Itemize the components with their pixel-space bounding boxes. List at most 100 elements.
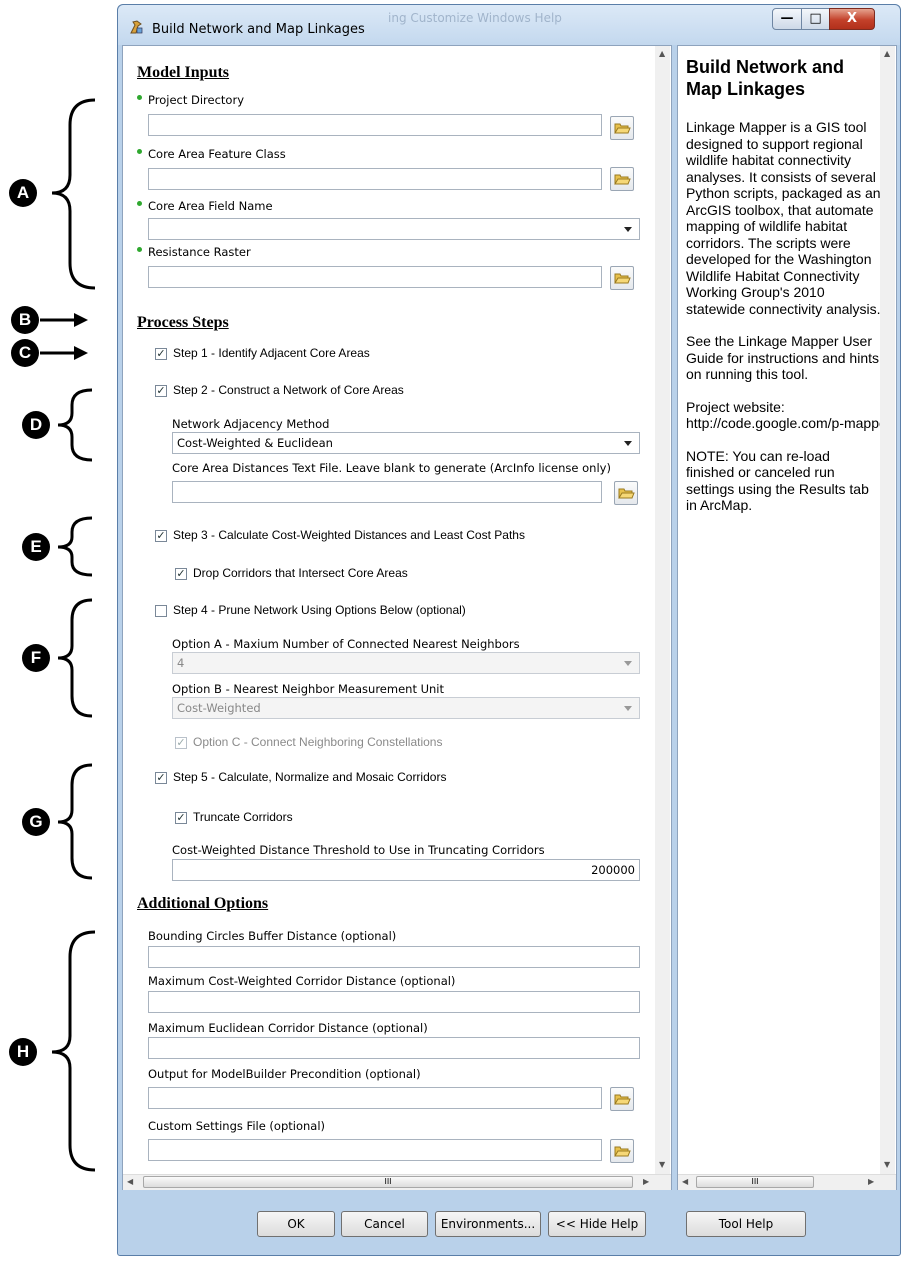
modelbuilder-output-input[interactable] [148,1087,602,1109]
scroll-up-icon[interactable]: ▲ [884,49,890,58]
minimize-button[interactable]: — [772,8,802,30]
step3-checkbox[interactable]: ✓ [155,530,167,542]
dropdown-arrow-icon [624,227,632,232]
truncate-corridors-checkbox[interactable]: ✓ [175,812,187,824]
truncate-corridors-label: Truncate Corridors [193,810,293,824]
help-vertical-scrollbar[interactable]: ▲ ▼ [880,46,895,1174]
core-area-field-name-label: Core Area Field Name [148,199,273,213]
annotation-b: B [11,306,39,334]
left-horizontal-scrollbar[interactable]: ◀ III ▶ [123,1174,671,1190]
network-adjacency-value: Cost-Weighted & Euclidean [177,436,333,450]
step2-label: Step 2 - Construct a Network of Core Are… [173,383,404,397]
browse-core-distances-button[interactable] [614,481,638,505]
scroll-down-icon[interactable]: ▼ [884,1160,890,1169]
browse-custom-settings-button[interactable] [610,1139,634,1163]
annotation-f: F [22,644,50,672]
folder-open-icon [614,123,631,134]
step5-checkbox[interactable]: ✓ [155,772,167,784]
required-indicator [137,95,142,100]
max-cw-distance-input[interactable] [148,991,640,1013]
option-a-value: 4 [177,656,185,670]
model-inputs-heading: Model Inputs [137,64,230,81]
brace-g [57,763,93,880]
step4-label: Step 4 - Prune Network Using Options Bel… [173,603,466,617]
scroll-right-icon[interactable]: ▶ [868,1177,874,1186]
arcgis-tool-icon [130,20,143,34]
dialog-window: Build Network and Map Linkages ing Custo… [117,4,901,1256]
annotation-d: D [22,411,50,439]
project-directory-label: Project Directory [148,93,245,107]
max-cw-distance-label: Maximum Cost-Weighted Corridor Distance … [148,974,456,988]
hide-help-button[interactable]: << Hide Help [548,1211,646,1237]
drop-corridors-label: Drop Corridors that Intersect Core Areas [193,566,408,580]
annotation-h: H [9,1038,37,1066]
scroll-left-icon[interactable]: ◀ [127,1177,133,1186]
scroll-right-icon[interactable]: ▶ [643,1177,649,1186]
left-vertical-scrollbar[interactable]: ▲ ▼ [655,46,670,1174]
step1-checkbox[interactable]: ✓ [155,348,167,360]
environments-button[interactable]: Environments... [435,1211,541,1237]
option-c-checkbox[interactable]: ✓ [175,737,187,749]
core-area-feature-class-label: Core Area Feature Class [148,147,286,161]
help-paragraph-1: Linkage Mapper is a GIS tool designed to… [686,119,881,317]
help-paragraph-4: NOTE: You can re-load finished or cancel… [686,447,869,514]
help-paragraph-2: See the Linkage Mapper User Guide for in… [686,333,879,382]
max-euclid-distance-input[interactable] [148,1037,640,1059]
folder-open-icon [614,273,631,284]
core-distances-input[interactable] [172,481,602,503]
additional-options-heading: Additional Options [137,895,269,912]
option-a-select[interactable]: 4 [172,652,640,674]
step2-checkbox[interactable]: ✓ [155,385,167,397]
drop-corridors-checkbox[interactable]: ✓ [175,568,187,580]
tool-help-button[interactable]: Tool Help [686,1211,806,1237]
help-title: Build Network and Map Linkages [686,57,845,99]
max-euclid-distance-label: Maximum Euclidean Corridor Distance (opt… [148,1021,428,1035]
core-area-field-name-select[interactable] [148,218,640,240]
help-pane: Build Network and Map Linkages Linkage M… [677,45,897,1190]
ok-button[interactable]: OK [257,1211,335,1237]
folder-open-icon [614,1094,631,1105]
dropdown-arrow-icon [624,706,632,711]
scroll-up-icon[interactable]: ▲ [659,49,665,58]
close-button[interactable]: X [829,8,875,30]
step5-label: Step 5 - Calculate, Normalize and Mosaic… [173,770,447,784]
brace-e [57,516,93,577]
browse-modelbuilder-output-button[interactable] [610,1087,634,1111]
bounding-circles-label: Bounding Circles Buffer Distance (option… [148,929,397,943]
threshold-input[interactable]: 200000 [172,859,640,881]
help-horizontal-scrollbar[interactable]: ◀ III ▶ [678,1174,896,1190]
core-area-feature-class-input[interactable] [148,168,602,190]
scroll-down-icon[interactable]: ▼ [659,1160,665,1169]
modelbuilder-output-label: Output for ModelBuilder Precondition (op… [148,1067,421,1081]
maximize-button[interactable]: □ [801,8,830,30]
step4-checkbox[interactable] [155,605,167,617]
help-website-label: Project website: [686,398,785,415]
scroll-thumb[interactable]: III [696,1176,814,1188]
custom-settings-label: Custom Settings File (optional) [148,1119,326,1133]
dropdown-arrow-icon [624,441,632,446]
network-adjacency-select[interactable]: Cost-Weighted & Euclidean [172,432,640,454]
cancel-button[interactable]: Cancel [341,1211,428,1237]
browse-resistance-raster-button[interactable] [610,266,634,290]
option-b-select[interactable]: Cost-Weighted [172,697,640,719]
annotation-g: G [22,808,50,836]
brace-a [51,98,96,290]
browse-core-area-button[interactable] [610,167,634,191]
folder-open-icon [618,488,635,499]
browse-project-directory-button[interactable] [610,116,634,140]
scroll-left-icon[interactable]: ◀ [682,1177,688,1186]
bounding-circles-input[interactable] [148,946,640,968]
option-a-label: Option A - Maxium Number of Connected Ne… [172,637,520,651]
custom-settings-input[interactable] [148,1139,602,1161]
annotation-e: E [22,533,50,561]
help-website-link[interactable]: http://code.google.com/p-mapper/ [686,415,882,432]
step1-label: Step 1 - Identify Adjacent Core Areas [173,346,370,360]
option-c-label: Option C - Connect Neighboring Constella… [193,735,443,749]
title-bar[interactable]: Build Network and Map Linkages ing Custo… [118,5,900,45]
project-directory-input[interactable] [148,114,602,136]
required-indicator [137,201,142,206]
resistance-raster-input[interactable] [148,266,602,288]
maximize-icon: □ [809,11,822,26]
scroll-thumb[interactable]: III [143,1176,633,1188]
threshold-label: Cost-Weighted Distance Threshold to Use … [172,843,545,857]
